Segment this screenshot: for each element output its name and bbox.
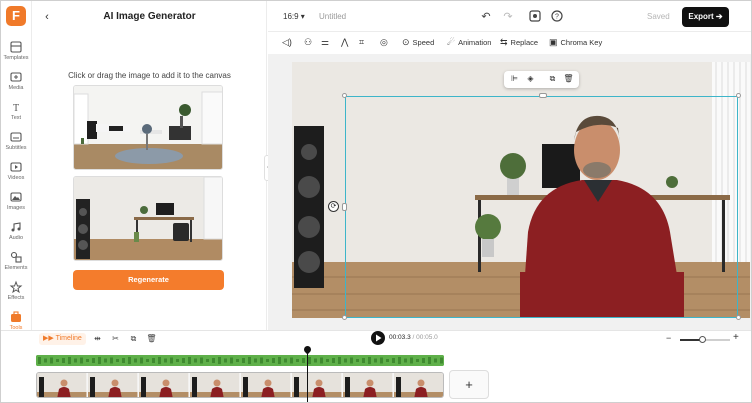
replace-button[interactable]: ⇆ Replace bbox=[500, 36, 538, 49]
screenshot-icon[interactable] bbox=[528, 10, 542, 24]
zoom-slider-knob[interactable] bbox=[699, 336, 706, 343]
volume-icon[interactable]: ◁) bbox=[282, 36, 295, 49]
saved-status: Saved bbox=[647, 12, 670, 21]
images-icon bbox=[10, 192, 22, 202]
delete-icon[interactable]: 🗑 bbox=[563, 74, 574, 85]
media-icon bbox=[10, 72, 22, 82]
effects-icon bbox=[9, 280, 23, 294]
resize-handle-top[interactable] bbox=[539, 93, 547, 98]
layers-icon[interactable]: ◈ bbox=[525, 74, 536, 85]
resize-handle-bl[interactable] bbox=[342, 315, 347, 320]
audio-icon bbox=[11, 222, 21, 232]
rotate-icon[interactable]: ⟳ bbox=[328, 201, 339, 212]
rail-item-label: Media bbox=[8, 85, 24, 91]
crop-icon[interactable]: ⌗ bbox=[359, 36, 367, 49]
generated-image-1[interactable] bbox=[73, 85, 223, 170]
templates-icon bbox=[10, 41, 22, 53]
speed-button[interactable]: ⊙ Speed bbox=[402, 36, 434, 49]
undo-icon[interactable]: ↶ bbox=[479, 10, 493, 24]
resize-handle-tl[interactable] bbox=[342, 93, 347, 98]
regenerate-button[interactable]: Regenerate bbox=[73, 270, 224, 290]
svg-text:T: T bbox=[13, 103, 19, 114]
total-time: / 00:05.0 bbox=[412, 334, 438, 341]
rail-item-images[interactable]: Images bbox=[0, 190, 32, 220]
current-time: 00:03.3 bbox=[389, 334, 411, 341]
help-icon[interactable]: ? bbox=[550, 10, 564, 24]
rail-item-label: Audio bbox=[8, 235, 24, 241]
generated-image-2[interactable] bbox=[73, 176, 223, 261]
chroma-key-button[interactable]: ▣ Chroma Key bbox=[549, 36, 602, 49]
color-icon[interactable]: ⚇ bbox=[304, 36, 315, 49]
text-icon: T bbox=[13, 103, 19, 114]
rail-item-videos[interactable]: Videos bbox=[0, 160, 32, 190]
rail-item-label: Elements bbox=[4, 265, 28, 271]
play-button[interactable] bbox=[371, 331, 385, 345]
resize-handle-left[interactable] bbox=[342, 203, 347, 211]
rail-item-label: Images bbox=[6, 205, 26, 211]
tools-icon bbox=[11, 311, 21, 322]
rail-item-label: Videos bbox=[7, 175, 25, 181]
split-icon[interactable]: ⇹ bbox=[92, 333, 103, 344]
audio-track[interactable] bbox=[36, 355, 444, 366]
add-clip-button[interactable]: + bbox=[449, 370, 489, 399]
app-logo[interactable]: F bbox=[6, 6, 26, 26]
videos-icon bbox=[10, 162, 22, 172]
resize-handle-br[interactable] bbox=[736, 315, 741, 320]
subtitles-icon bbox=[10, 132, 22, 142]
aspect-ratio-select[interactable]: 16:9 ▾ bbox=[283, 12, 305, 21]
panel-hint: Click or drag the image to add it to the… bbox=[68, 71, 231, 80]
duplicate-icon[interactable]: ⧉ bbox=[547, 74, 558, 85]
redo-icon[interactable]: ↷ bbox=[501, 10, 515, 24]
elements-icon bbox=[10, 251, 22, 263]
rail-item-text[interactable]: T Text bbox=[0, 100, 32, 130]
copy-icon[interactable]: ⧉ bbox=[128, 333, 139, 344]
adjust-icon[interactable]: ⚌ bbox=[321, 36, 332, 49]
selection-box[interactable] bbox=[345, 96, 738, 318]
flip-icon[interactable]: ⋀ bbox=[341, 36, 351, 49]
playhead[interactable] bbox=[307, 348, 308, 403]
video-track[interactable] bbox=[36, 372, 444, 398]
rail-item-subtitles[interactable]: Subtitles bbox=[0, 130, 32, 160]
rail-item-templates[interactable]: Templates bbox=[0, 40, 32, 70]
floating-toolbar: ⊫ ◈ ⧉ 🗑 bbox=[504, 71, 579, 88]
scissors-icon[interactable]: ✂ bbox=[110, 333, 121, 344]
zoom-out-icon[interactable]: − bbox=[666, 333, 671, 343]
rail-item-label: Templates bbox=[3, 55, 29, 61]
mask-icon[interactable]: ◎ bbox=[380, 36, 391, 49]
rail-item-label: Effects bbox=[7, 295, 25, 301]
rail-item-effects[interactable]: Effects bbox=[0, 280, 32, 310]
trash-icon[interactable]: 🗑 bbox=[146, 333, 157, 344]
panel-title: AI Image Generator bbox=[103, 11, 196, 22]
rail-item-label: Subtitles bbox=[5, 145, 27, 151]
project-title[interactable]: Untitled bbox=[319, 12, 346, 21]
time-readout: 00:03.3 / 00:05.0 bbox=[389, 334, 438, 341]
align-icon[interactable]: ⊫ bbox=[509, 74, 520, 85]
timeline-toggle[interactable]: ▶▶ Timeline bbox=[39, 333, 86, 345]
rail-item-elements[interactable]: Elements bbox=[0, 250, 32, 280]
rail-item-label: Text bbox=[10, 115, 22, 121]
svg-text:?: ? bbox=[555, 14, 559, 21]
export-button[interactable]: Export ➔ bbox=[682, 7, 729, 27]
rail-item-audio[interactable]: Audio bbox=[0, 220, 32, 250]
zoom-in-icon[interactable]: + bbox=[733, 332, 739, 343]
animation-button[interactable]: ☄ Animation bbox=[447, 36, 491, 49]
rail-item-media[interactable]: Media bbox=[0, 70, 32, 100]
resize-handle-tr[interactable] bbox=[736, 93, 741, 98]
